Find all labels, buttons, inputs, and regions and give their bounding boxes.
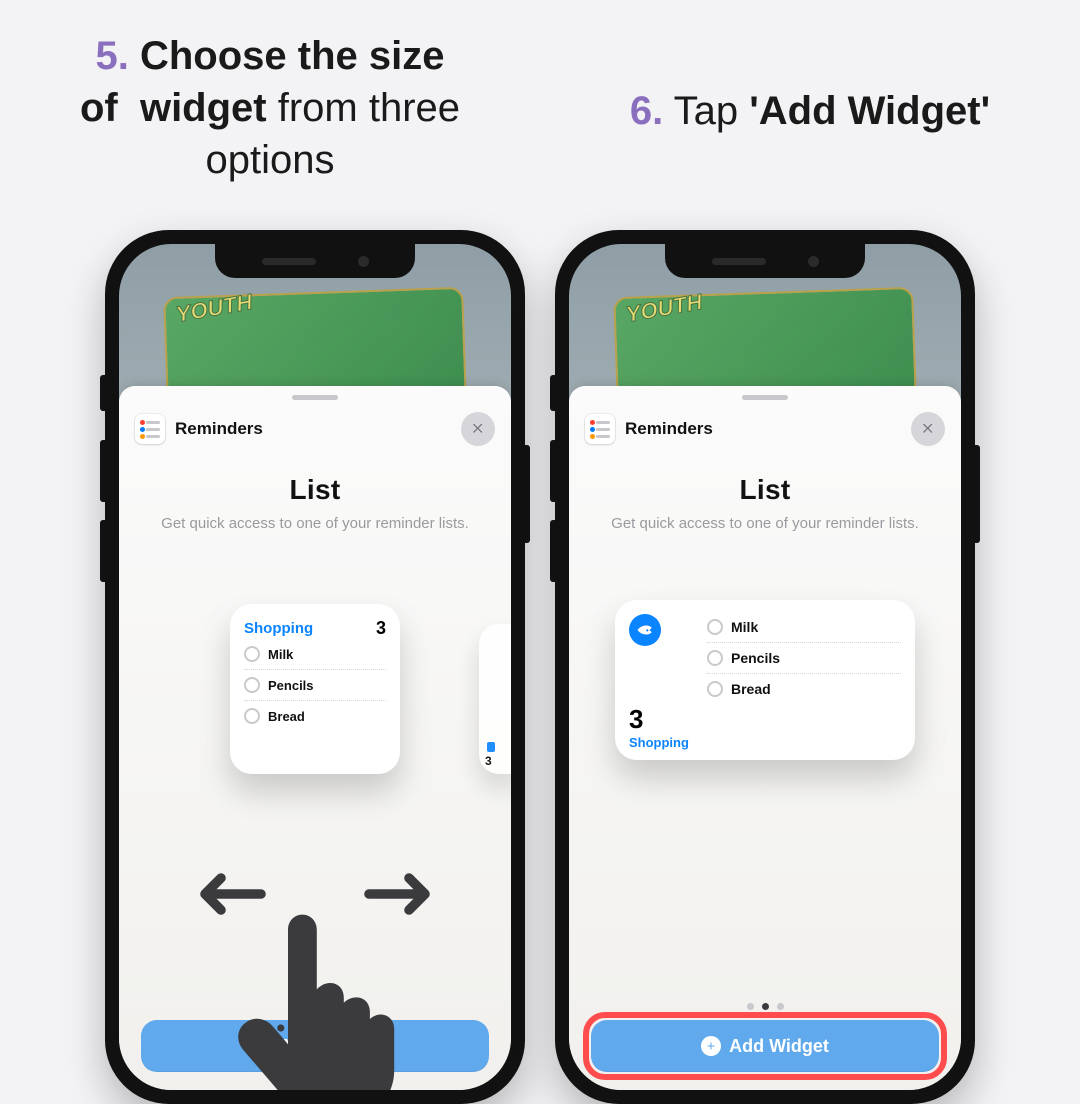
- side-button: [100, 520, 105, 582]
- app-name-label: Reminders: [625, 419, 713, 439]
- sheet-subtitle: Get quick access to one of your reminder…: [151, 514, 479, 534]
- app-name-label: Reminders: [175, 419, 263, 439]
- page-dot-active: [762, 1003, 769, 1010]
- plus-circle-icon: [701, 1036, 721, 1056]
- widget-picker-sheet: Reminders List Get quick access to one o…: [119, 386, 511, 1090]
- sheet-title: List: [119, 474, 511, 506]
- next-widget-peek: 3: [479, 624, 511, 774]
- page-indicator: [569, 1003, 961, 1010]
- page-dot: [777, 1003, 784, 1010]
- close-icon: [920, 421, 936, 437]
- step6-caption: 6. Tap 'Add Widget': [540, 30, 1080, 186]
- side-button: [975, 445, 980, 543]
- radio-empty-icon: [707, 619, 723, 635]
- list-item: Milk: [707, 612, 901, 643]
- phone-mockup-step6: YOUTH Reminders List Get quick access to…: [555, 230, 975, 1104]
- list-item: Bread: [707, 674, 901, 704]
- side-button: [550, 440, 555, 502]
- close-button[interactable]: [911, 412, 945, 446]
- plus-circle-icon: [251, 1036, 271, 1056]
- list-item: Bread: [244, 701, 386, 731]
- side-button: [100, 375, 105, 411]
- widget-list-name: Shopping: [629, 735, 699, 750]
- list-item-label: Bread: [268, 709, 305, 724]
- add-widget-button[interactable]: Add Widget: [141, 1020, 489, 1072]
- step5-bold-b: widget: [140, 86, 267, 130]
- radio-empty-icon: [244, 646, 260, 662]
- list-item-label: Pencils: [731, 650, 780, 666]
- reminders-app-icon: [585, 414, 615, 444]
- widget-preview-medium: 3 Shopping Milk Pencils Bread: [615, 600, 915, 760]
- wallpaper-tag: YOUTH: [174, 289, 254, 328]
- radio-empty-icon: [244, 708, 260, 724]
- widget-count: 3: [629, 704, 699, 735]
- list-color-icon: [629, 614, 661, 646]
- side-button: [100, 440, 105, 502]
- close-button[interactable]: [461, 412, 495, 446]
- fish-icon: [636, 621, 654, 639]
- list-item: Pencils: [244, 670, 386, 701]
- add-widget-label: Add Widget: [729, 1036, 829, 1057]
- widget-size-carousel[interactable]: Shopping 3 Milk Pencils Bread 3: [119, 564, 511, 894]
- sheet-subtitle: Get quick access to one of your reminder…: [601, 514, 929, 534]
- phone-notch: [215, 244, 415, 278]
- reminders-app-icon: [135, 414, 165, 444]
- step5-number: 5.: [96, 34, 129, 78]
- widget-count: 3: [376, 618, 386, 639]
- widget-size-carousel[interactable]: 3 Shopping Milk Pencils Bread: [569, 564, 961, 894]
- phone-mockup-step5: YOUTH Reminders List Get quick access to…: [105, 230, 525, 1104]
- step5-caption: 5. Choose the size of widget from three …: [0, 30, 540, 186]
- list-item: Milk: [244, 639, 386, 670]
- page-dot: [747, 1003, 754, 1010]
- widget-preview-small: Shopping 3 Milk Pencils Bread: [230, 604, 400, 774]
- side-button: [525, 445, 530, 543]
- step6-plain: Tap: [663, 89, 749, 133]
- list-item-label: Bread: [731, 681, 771, 697]
- wallpaper-tag: YOUTH: [624, 289, 704, 328]
- side-button: [550, 375, 555, 411]
- list-item-label: Milk: [268, 647, 293, 662]
- widget-list-name: Shopping: [244, 620, 313, 637]
- sheet-title: List: [569, 474, 961, 506]
- list-item-label: Pencils: [268, 678, 314, 693]
- close-icon: [470, 421, 486, 437]
- list-item-label: Milk: [731, 619, 758, 635]
- radio-empty-icon: [707, 650, 723, 666]
- side-button: [550, 520, 555, 582]
- phone-screen: YOUTH Reminders List Get quick access to…: [119, 244, 511, 1090]
- add-widget-label: Add Widget: [279, 1036, 379, 1057]
- radio-empty-icon: [707, 681, 723, 697]
- phone-screen: YOUTH Reminders List Get quick access to…: [569, 244, 961, 1090]
- radio-empty-icon: [244, 677, 260, 693]
- step6-bold: 'Add Widget': [749, 89, 990, 133]
- add-widget-button[interactable]: Add Widget: [591, 1020, 939, 1072]
- step6-number: 6.: [630, 89, 663, 133]
- list-item: Pencils: [707, 643, 901, 674]
- phone-notch: [665, 244, 865, 278]
- widget-picker-sheet: Reminders List Get quick access to one o…: [569, 386, 961, 1090]
